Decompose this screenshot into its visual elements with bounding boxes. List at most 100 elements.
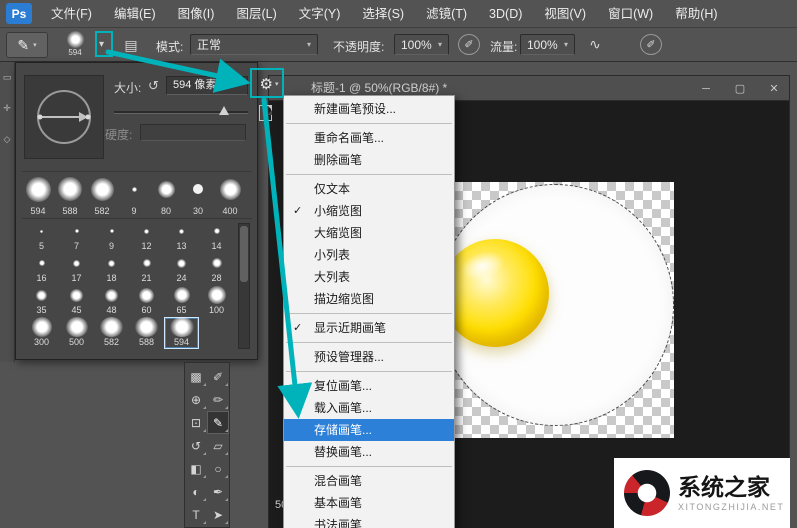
brush-preset-7[interactable]: 7 xyxy=(59,221,94,253)
scrollbar-thumb[interactable] xyxy=(240,226,248,282)
size-input[interactable]: 594 像素 xyxy=(166,76,248,95)
brush-preset-45[interactable]: 45 xyxy=(59,285,94,317)
window-controls: ─ ▢ ✕ xyxy=(699,76,781,101)
menu-item-small-thumbnail[interactable]: ✓小缩览图 xyxy=(284,200,454,222)
flow-dropdown[interactable]: 100% ▾ xyxy=(520,34,575,55)
pen-pressure-opacity-icon[interactable]: ✐ xyxy=(458,34,480,55)
pen-tool[interactable]: ✒ xyxy=(207,480,229,503)
menu-window[interactable]: 窗口(W) xyxy=(597,0,664,28)
dodge-tool[interactable]: ◐ xyxy=(185,480,207,503)
gradient-tool[interactable]: ◧ xyxy=(185,457,207,480)
menu-item-replace-brushes[interactable]: 替换画笔... xyxy=(284,441,454,463)
lasso-tool-icon[interactable]: ◇ xyxy=(4,134,11,145)
reset-size-icon[interactable]: ↺ xyxy=(148,78,159,94)
menu-select[interactable]: 选择(S) xyxy=(351,0,415,28)
menu-layer[interactable]: 图层(L) xyxy=(225,0,287,28)
move-tool-icon[interactable]: ✛ xyxy=(3,103,11,114)
menu-edit[interactable]: 编辑(E) xyxy=(103,0,167,28)
menu-view[interactable]: 视图(V) xyxy=(533,0,597,28)
toggle-brush-panel-icon[interactable]: ▤ xyxy=(121,35,141,55)
recent-brush-400[interactable]: 400 xyxy=(214,172,246,218)
menu-item-assorted-brushes[interactable]: 混合画笔 xyxy=(284,470,454,492)
path-select-tool[interactable]: ➤ xyxy=(207,503,229,526)
flow-value: 100% xyxy=(527,38,558,52)
menu-separator xyxy=(286,466,452,467)
menu-item-text-only[interactable]: 仅文本 xyxy=(284,178,454,200)
close-icon[interactable]: ✕ xyxy=(767,82,781,95)
eraser-tool[interactable]: ▱ xyxy=(207,434,229,457)
menu-item-rename-brush[interactable]: 重命名画笔... xyxy=(284,127,454,149)
brush-preset-24[interactable]: 24 xyxy=(164,253,199,285)
menu-item-delete-brush[interactable]: 删除画笔 xyxy=(284,149,454,171)
brush-tool[interactable]: ✎ xyxy=(207,411,229,434)
brush-preset-13[interactable]: 13 xyxy=(164,221,199,253)
menu-image[interactable]: 图像(I) xyxy=(167,0,226,28)
brush-preset-48[interactable]: 48 xyxy=(94,285,129,317)
minimize-icon[interactable]: ─ xyxy=(699,83,713,95)
brush-preset-9[interactable]: 9 xyxy=(94,221,129,253)
menu-item-large-thumbnail[interactable]: 大缩览图 xyxy=(284,222,454,244)
eyedropper-tool[interactable]: ✐ xyxy=(207,365,229,388)
brush-grid-scrollbar[interactable] xyxy=(238,223,250,349)
pen-pressure-size-icon[interactable]: ✐ xyxy=(640,34,662,55)
size-slider-thumb[interactable] xyxy=(219,106,229,115)
menu-item-stroke-thumbnail[interactable]: 描边缩览图 xyxy=(284,288,454,310)
menu-item-save-brushes[interactable]: 存储画笔... xyxy=(284,419,454,441)
menu-help[interactable]: 帮助(H) xyxy=(664,0,728,28)
brush-preset-14[interactable]: 14 xyxy=(199,221,234,253)
brush-preset-16[interactable]: 16 xyxy=(24,253,59,285)
brush-preset-picker-button[interactable]: 594 xyxy=(57,31,93,59)
menu-filter[interactable]: 滤镜(T) xyxy=(415,0,478,28)
spot-healing-tool[interactable]: ⊕ xyxy=(185,388,207,411)
marquee-tool-icon[interactable]: ▭ xyxy=(3,72,12,83)
menu-item-new-brush-preset[interactable]: 新建画笔预设... xyxy=(284,98,454,120)
brush-preset-21[interactable]: 21 xyxy=(129,253,164,285)
recent-brush-582[interactable]: 582 xyxy=(86,172,118,218)
brush-preset-300[interactable]: 300 xyxy=(24,317,59,349)
brush-preset-28[interactable]: 28 xyxy=(199,253,234,285)
brush-preset-12[interactable]: 12 xyxy=(129,221,164,253)
brush-preset-582[interactable]: 582 xyxy=(94,317,129,349)
menu-item-preset-manager[interactable]: 预设管理器... xyxy=(284,346,454,368)
recent-brush-594[interactable]: 594 xyxy=(22,172,54,218)
brush-preset-35[interactable]: 35 xyxy=(24,285,59,317)
new-brush-preset-icon[interactable] xyxy=(259,105,272,121)
menu-3d[interactable]: 3D(D) xyxy=(478,0,533,28)
size-slider[interactable] xyxy=(114,105,248,117)
brush-preset-65[interactable]: 65 xyxy=(164,285,199,317)
menu-item-reset-brushes[interactable]: 复位画笔... xyxy=(284,375,454,397)
brush-preset-5[interactable]: 5 xyxy=(24,221,59,253)
patch-tool[interactable]: ▩ xyxy=(185,365,207,388)
brush-preset-60[interactable]: 60 xyxy=(129,285,164,317)
airbrush-icon[interactable]: ∿ xyxy=(584,34,606,55)
menu-item-load-brushes[interactable]: 载入画笔... xyxy=(284,397,454,419)
recent-brush-80[interactable]: 80 xyxy=(150,172,182,218)
brush-preset-594-selected[interactable]: 594 xyxy=(164,317,199,349)
menu-item-show-recent-brushes[interactable]: ✓显示近期画笔 xyxy=(284,317,454,339)
brush-tool-preset-button[interactable]: ✎ ▾ xyxy=(6,32,48,58)
mode-dropdown[interactable]: 正常 ▾ xyxy=(190,34,318,55)
opacity-dropdown[interactable]: 100% ▾ xyxy=(394,34,449,55)
menu-item-small-list[interactable]: 小列表 xyxy=(284,244,454,266)
menu-item-basic-brushes[interactable]: 基本画笔 xyxy=(284,492,454,514)
brush-preset-17[interactable]: 17 xyxy=(59,253,94,285)
maximize-icon[interactable]: ▢ xyxy=(733,82,747,95)
type-tool[interactable]: T xyxy=(185,503,207,526)
menu-item-large-list[interactable]: 大列表 xyxy=(284,266,454,288)
history-brush-tool[interactable]: ↺ xyxy=(185,434,207,457)
brush-preset-18[interactable]: 18 xyxy=(94,253,129,285)
pencil-tool[interactable]: ✏ xyxy=(207,388,229,411)
brush-preset-500[interactable]: 500 xyxy=(59,317,94,349)
recent-brush-9[interactable]: 9 xyxy=(118,172,150,218)
recent-brush-588[interactable]: 588 xyxy=(54,172,86,218)
recent-brush-30[interactable]: 30 xyxy=(182,172,214,218)
menu-file[interactable]: 文件(F) xyxy=(40,0,103,28)
brush-preset-100[interactable]: 100 xyxy=(199,285,234,317)
brush-tip-angle-control[interactable] xyxy=(24,75,104,159)
brush-preset-588[interactable]: 588 xyxy=(129,317,164,349)
clone-stamp-tool[interactable]: ⊡ xyxy=(185,411,207,434)
blur-tool[interactable]: ○ xyxy=(207,457,229,480)
menu-item-calligraphic-brushes[interactable]: 书法画笔 xyxy=(284,514,454,528)
menu-type[interactable]: 文字(Y) xyxy=(288,0,352,28)
options-bar: ✎ ▾ 594 ▾ ▤ 模式: 正常 ▾ 不透明度: 100% ▾ ✐ 流量: … xyxy=(0,28,797,62)
